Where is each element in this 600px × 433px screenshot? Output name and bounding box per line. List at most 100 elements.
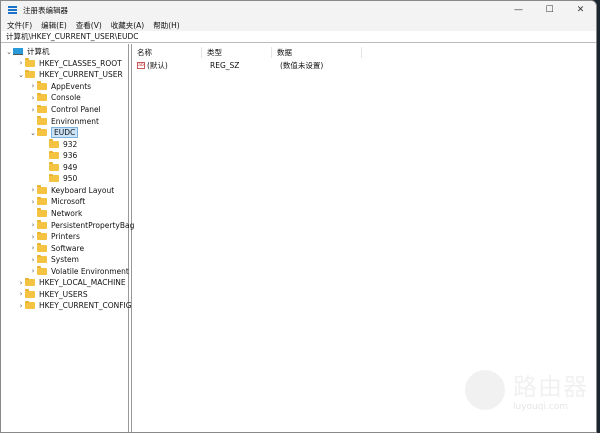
column-data[interactable]: 数据: [272, 47, 362, 58]
title-bar: 注册表编辑器 — ☐ ✕: [1, 1, 596, 19]
tree-item-label: 计算机: [27, 47, 50, 57]
tree-item[interactable]: › Software: [29, 242, 84, 254]
watermark-logo: 路由器 luyouqi.com: [465, 367, 588, 412]
close-button[interactable]: ✕: [565, 1, 596, 19]
tree-item[interactable]: Environment: [29, 115, 99, 127]
tree-item[interactable]: ⌄ 计算机: [5, 46, 50, 58]
menu-favorites[interactable]: 收藏夹(A): [111, 20, 144, 31]
tree-item-label: HKEY_CURRENT_CONFIG: [39, 301, 132, 311]
folder-icon: [25, 289, 35, 298]
folder-icon: [25, 277, 35, 287]
tree-item-label: Control Panel: [51, 105, 101, 114]
menu-edit[interactable]: 编辑(E): [41, 20, 67, 31]
menu-help[interactable]: 帮助(H): [153, 20, 180, 31]
tree-item[interactable]: › Volatile Environment: [29, 265, 129, 277]
folder-icon: [49, 173, 59, 183]
chevron-right-icon[interactable]: ›: [29, 221, 37, 229]
tree-item[interactable]: ⌄ HKEY_CURRENT_USER: [17, 69, 123, 81]
folder-icon: [37, 104, 47, 113]
chevron-right-icon[interactable]: ›: [17, 279, 25, 287]
folder-icon: [37, 81, 47, 90]
tree-item[interactable]: › HKEY_LOCAL_MACHINE: [17, 277, 126, 289]
tree-item-label: 949: [63, 162, 78, 172]
tree-item[interactable]: › HKEY_CURRENT_CONFIG: [17, 300, 132, 312]
chevron-right-icon[interactable]: ›: [17, 290, 25, 298]
tree-item[interactable]: › Microsoft: [29, 196, 85, 208]
chevron-right-icon[interactable]: ›: [29, 186, 37, 194]
tree-item-label: Microsoft: [51, 197, 86, 207]
value-row[interactable]: ab (默认) REG_SZ (数值未设置): [132, 60, 323, 71]
tree-item-label: Printers: [51, 232, 80, 242]
menu-view[interactable]: 查看(V): [76, 20, 102, 31]
tree-item[interactable]: › AppEvents: [29, 81, 91, 93]
tree-item[interactable]: Network: [29, 208, 82, 220]
tree-item[interactable]: › System: [29, 254, 79, 266]
chevron-right-icon[interactable]: ›: [29, 244, 37, 252]
tree-item-label: Software: [51, 243, 85, 253]
chevron-down-icon[interactable]: ⌄: [5, 48, 13, 56]
tree-item-label: HKEY_USERS: [39, 289, 88, 299]
folder-icon: [37, 127, 47, 137]
chevron-right-icon[interactable]: ›: [29, 82, 37, 90]
chevron-right-icon[interactable]: ›: [29, 256, 37, 264]
tree-item[interactable]: 932: [41, 138, 77, 150]
maximize-button[interactable]: ☐: [534, 1, 565, 19]
folder-icon: [49, 150, 59, 160]
tree-item[interactable]: › Console: [29, 92, 81, 104]
tree-item-label: Network: [51, 208, 83, 218]
chevron-right-icon[interactable]: ›: [17, 302, 25, 310]
folder-icon: [25, 69, 35, 79]
tree-item-label: Console: [51, 93, 81, 103]
chevron-right-icon[interactable]: ›: [29, 94, 37, 102]
value-type: REG_SZ: [210, 61, 240, 70]
tree-item[interactable]: 950: [41, 173, 77, 185]
tree-item-label: EUDC: [51, 127, 79, 139]
computer-icon: [13, 48, 23, 56]
window-title: 注册表编辑器: [23, 5, 68, 15]
folder-icon: [37, 220, 47, 229]
menu-file[interactable]: 文件(F): [7, 20, 32, 31]
tree-item[interactable]: 949: [41, 162, 77, 174]
watermark-text: 路由器: [513, 373, 588, 401]
column-type[interactable]: 类型: [202, 47, 272, 58]
tree-item-label: Environment: [51, 116, 99, 126]
minimize-button[interactable]: —: [503, 1, 534, 19]
tree-item[interactable]: ⌄ EUDC: [29, 127, 79, 139]
chevron-down-icon[interactable]: ⌄: [17, 71, 25, 79]
tree-item[interactable]: › Control Panel: [29, 104, 101, 116]
chevron-right-icon[interactable]: ›: [29, 198, 37, 206]
column-name[interactable]: 名称: [132, 47, 202, 58]
folder-icon: [25, 58, 35, 67]
chevron-right-icon[interactable]: ›: [29, 106, 37, 114]
tree-item-label: HKEY_LOCAL_MACHINE: [39, 278, 126, 288]
folder-icon: [49, 139, 59, 148]
chevron-right-icon[interactable]: ›: [29, 267, 37, 275]
regedit-app-icon: [8, 5, 17, 15]
folder-icon: [37, 185, 47, 194]
tree-item[interactable]: › Keyboard Layout: [29, 185, 114, 197]
tree-item-label: PersistentPropertyBag: [51, 220, 135, 230]
tree-item[interactable]: › HKEY_CLASSES_ROOT: [17, 58, 122, 70]
tree-item-label: Keyboard Layout: [51, 185, 115, 195]
chevron-down-icon[interactable]: ⌄: [29, 129, 37, 137]
router-logo-icon: [465, 369, 505, 410]
menu-bar: 文件(F) 编辑(E) 查看(V) 收藏夹(A) 帮助(H): [1, 19, 596, 31]
folder-icon: [37, 266, 47, 275]
tree-item[interactable]: › Printers: [29, 231, 80, 243]
tree-item[interactable]: › HKEY_USERS: [17, 289, 88, 301]
folder-icon: [37, 208, 47, 217]
folder-icon: [37, 116, 47, 125]
chevron-right-icon[interactable]: ›: [29, 233, 37, 241]
folder-icon: [37, 92, 47, 102]
address-bar[interactable]: 计算机\HKEY_CURRENT_USER\EUDC: [1, 31, 596, 43]
tree-item[interactable]: › PersistentPropertyBag: [29, 219, 134, 231]
folder-icon: [37, 243, 47, 252]
tree-item-label: System: [51, 255, 79, 265]
tree-item-label: 950: [63, 174, 78, 184]
key-tree: ⌄ 计算机 › HKEY_CLASSES_ROOT ⌄ HKEY_CURRENT_USER…: [1, 44, 134, 432]
chevron-right-icon[interactable]: ›: [17, 59, 25, 67]
tree-item[interactable]: 936: [41, 150, 77, 162]
string-value-icon: ab: [137, 62, 145, 69]
folder-icon: [49, 162, 59, 171]
tree-item-label: HKEY_CURRENT_USER: [39, 70, 123, 80]
